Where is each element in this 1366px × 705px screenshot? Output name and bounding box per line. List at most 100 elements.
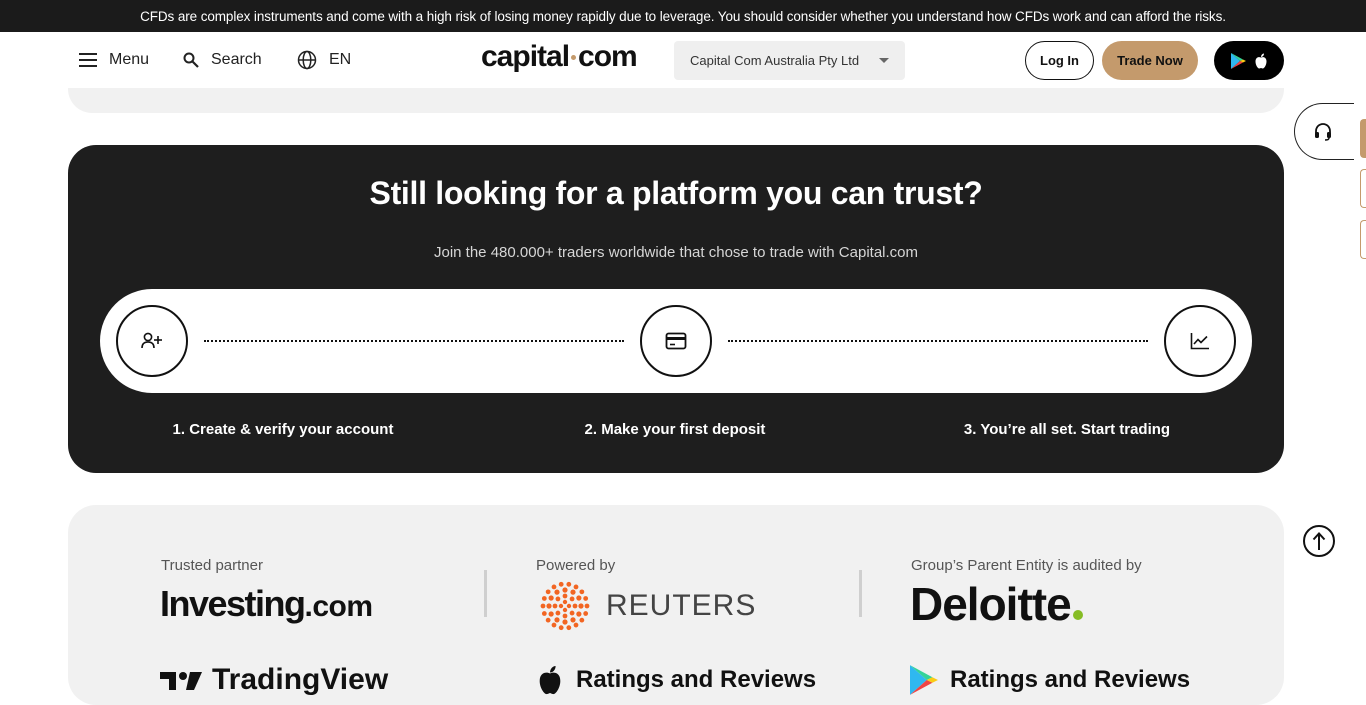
reuters-dot — [548, 595, 554, 601]
divider — [859, 570, 862, 617]
reuters-dot — [562, 599, 568, 605]
reuters-dot — [573, 584, 579, 590]
investing-wordmark: Investing — [160, 583, 306, 624]
globe-icon — [297, 50, 317, 70]
step-connector — [204, 340, 624, 342]
promo-subtitle: Join the 480.000+ traders worldwide that… — [433, 244, 919, 261]
search-button[interactable]: Search — [183, 32, 262, 88]
step-2-label: 2. Make your first deposit — [584, 421, 766, 438]
side-tab[interactable] — [1360, 169, 1366, 208]
reuters-dot — [583, 596, 589, 601]
previous-section-card — [68, 88, 1284, 113]
reuters-dot — [579, 617, 585, 623]
promo-card: Still looking for a platform you can tru… — [68, 145, 1284, 473]
step-1-circle — [116, 305, 188, 377]
google-play-icon — [1230, 52, 1246, 69]
reuters-dot — [558, 625, 564, 631]
risk-warning-bar: CFDs are complex instruments and come wi… — [0, 0, 1366, 32]
reuters-wordmark: REUTERS — [606, 589, 757, 622]
app-download-button[interactable] — [1214, 41, 1284, 80]
step-1-label: 1. Create & verify your account — [172, 421, 394, 438]
credit-card-icon — [665, 332, 687, 350]
search-icon — [183, 52, 199, 68]
reuters-dot — [554, 589, 560, 595]
risk-warning-text: CFDs are complex instruments and come wi… — [140, 8, 1226, 24]
reuters-dot — [555, 610, 561, 616]
investing-suffix: .com — [304, 590, 374, 623]
reuters-dot — [551, 584, 557, 590]
reuters-dot — [562, 593, 568, 599]
reuters-logo[interactable]: REUTERS — [536, 579, 756, 633]
reuters-dot — [541, 611, 547, 616]
reuters-dot — [566, 603, 572, 609]
reuters-dot — [583, 611, 589, 616]
reuters-dot — [566, 625, 572, 631]
menu-button[interactable]: Menu — [79, 32, 149, 88]
reuters-dot — [554, 617, 560, 623]
reuters-dot — [584, 603, 590, 609]
search-label: Search — [211, 51, 262, 68]
step-2-circle — [640, 305, 712, 377]
google-play-icon — [910, 665, 938, 695]
reuters-dot — [572, 603, 578, 609]
step-connector — [728, 340, 1148, 342]
reuters-dot — [562, 619, 568, 625]
hamburger-icon — [79, 53, 97, 67]
support-button[interactable] — [1294, 103, 1354, 160]
promo-title: Still looking for a platform you can tru… — [369, 175, 983, 211]
chart-line-icon — [1190, 333, 1209, 350]
partner-caption-deloitte: Group’s Parent Entity is audited by — [911, 557, 1142, 574]
reuters-dot — [566, 581, 572, 587]
logo-dot — [571, 55, 577, 60]
reuters-dot — [541, 596, 547, 601]
deloitte-wordmark: Deloitte — [910, 578, 1072, 630]
trade-now-button[interactable]: Trade Now — [1102, 41, 1198, 80]
arrow-up-icon — [1312, 532, 1326, 550]
divider — [484, 570, 487, 617]
steps-track — [100, 289, 1252, 393]
deloitte-dot — [1072, 610, 1083, 620]
google-play-rating[interactable]: Ratings and Reviews — [910, 665, 1190, 695]
reuters-dot — [540, 603, 546, 609]
reuters-dot — [570, 617, 576, 623]
deloitte-logo[interactable]: Deloitte — [910, 577, 1083, 631]
reuters-dot — [546, 603, 552, 609]
tradingview-logo[interactable]: TradingView — [160, 663, 388, 697]
reuters-dot — [558, 581, 564, 587]
reuters-dot — [555, 596, 561, 602]
trade-now-label: Trade Now — [1117, 53, 1183, 68]
entity-select[interactable]: Capital Com Australia Pty Ltd — [674, 41, 905, 80]
reuters-dot — [562, 587, 568, 593]
app-store-rating-label: Ratings and Reviews — [576, 666, 817, 693]
add-user-icon — [141, 332, 162, 349]
login-label: Log In — [1040, 53, 1079, 68]
reuters-dot — [576, 611, 582, 617]
step-3-circle — [1164, 305, 1236, 377]
language-button[interactable]: EN — [297, 32, 351, 88]
partners-section: Trusted partner Investing.com Powered by… — [68, 505, 1284, 705]
reuters-dot — [569, 610, 575, 616]
app-store-rating[interactable]: Ratings and Reviews — [536, 665, 816, 695]
reuters-dot — [576, 595, 582, 601]
scroll-to-top-button[interactable] — [1303, 525, 1335, 557]
partner-caption-investing: Trusted partner — [161, 557, 263, 574]
reuters-dot — [545, 589, 551, 595]
side-tab-active[interactable] — [1360, 119, 1366, 158]
investing-logo[interactable]: Investing.com — [160, 583, 373, 625]
chevron-down-icon — [879, 58, 889, 63]
reuters-dot — [569, 596, 575, 602]
reuters-dot — [551, 622, 557, 628]
reuters-dot — [578, 603, 584, 609]
logo-text-right: com — [578, 40, 638, 73]
tradingview-icon — [160, 672, 202, 690]
login-button[interactable]: Log In — [1025, 41, 1094, 80]
language-label: EN — [329, 51, 352, 68]
menu-label: Menu — [109, 51, 150, 68]
headset-icon — [1315, 122, 1331, 141]
reuters-dot — [579, 589, 585, 595]
apple-icon — [539, 665, 561, 695]
reuters-dot — [552, 603, 558, 609]
entity-select-value: Capital Com Australia Pty Ltd — [690, 53, 860, 68]
side-tab[interactable] — [1360, 220, 1366, 259]
capital-com-logo[interactable]: capital com — [481, 40, 638, 74]
